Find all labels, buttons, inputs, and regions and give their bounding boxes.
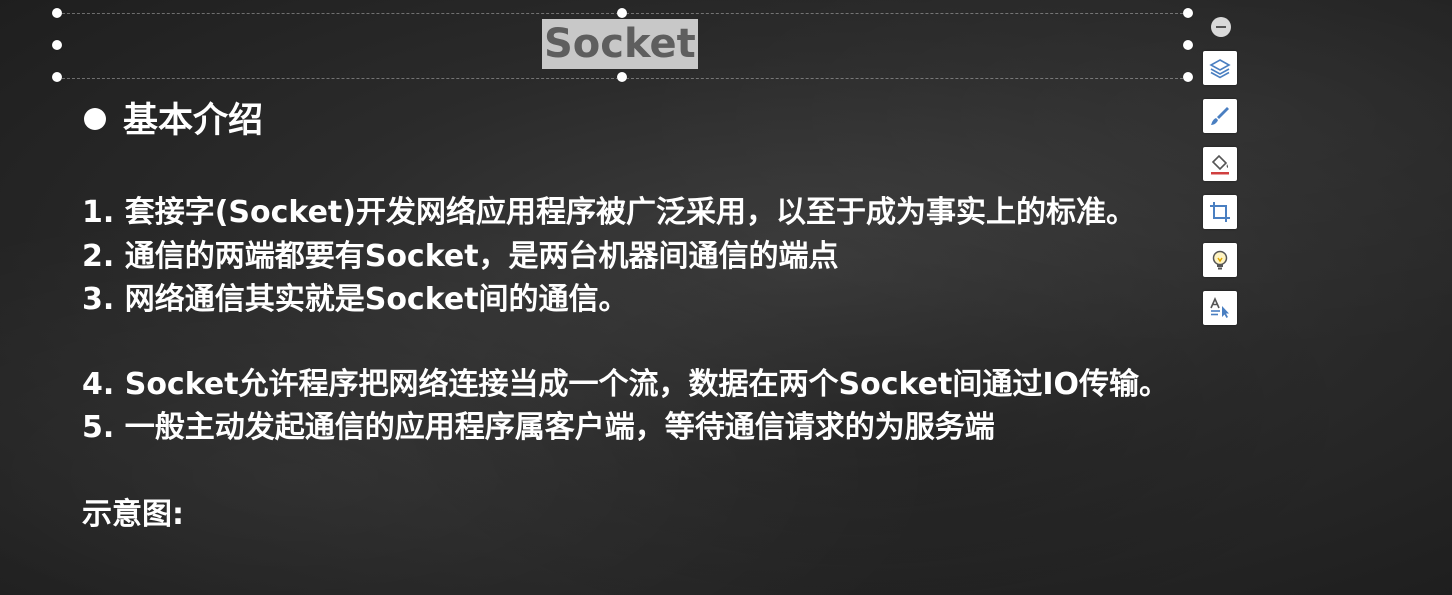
body-line-3: 3. 网络通信其实就是Socket间的通信。: [82, 282, 629, 317]
brush-button[interactable]: [1203, 99, 1237, 133]
resize-handle-middle-left[interactable]: [52, 40, 62, 50]
section-heading: 基本介绍: [123, 101, 264, 141]
body-line-5: 5. 一般主动发起通信的应用程序属客户端，等待通信请求的为服务端: [82, 410, 995, 445]
resize-handle-middle-right[interactable]: [1183, 40, 1193, 50]
fill-bucket-icon: [1208, 152, 1232, 176]
body-line-2: 2. 通信的两端都要有Socket，是两台机器间通信的端点: [82, 239, 839, 274]
resize-handle-bottom-left[interactable]: [52, 72, 62, 82]
collapse-toolbar-button[interactable]: [1211, 17, 1231, 37]
text-cursor-icon: [1208, 296, 1232, 320]
resize-handle-top-right[interactable]: [1183, 8, 1193, 18]
design-ideas-button[interactable]: [1203, 243, 1237, 277]
crop-icon: [1208, 200, 1232, 224]
resize-handle-bottom-center[interactable]: [617, 72, 627, 82]
crop-button[interactable]: [1203, 195, 1237, 229]
slide-title[interactable]: Socket: [542, 19, 698, 69]
body-line-1: 1. 套接字(Socket)开发网络应用程序被广泛采用，以至于成为事实上的标准。: [82, 195, 1136, 230]
resize-handle-top-center[interactable]: [617, 8, 627, 18]
text-options-button[interactable]: [1203, 291, 1237, 325]
heading-bullet: [84, 108, 106, 130]
resize-handle-bottom-right[interactable]: [1183, 72, 1193, 82]
resize-handle-top-left[interactable]: [52, 8, 62, 18]
brush-icon: [1208, 104, 1232, 128]
layers-button[interactable]: [1203, 51, 1237, 85]
body-line-4: 4. Socket允许程序把网络连接当成一个流，数据在两个Socket间通过IO…: [82, 367, 1170, 402]
layers-icon: [1208, 56, 1232, 80]
lightbulb-icon: [1208, 248, 1232, 272]
fill-button[interactable]: [1203, 147, 1237, 181]
diagram-label: 示意图:: [82, 497, 184, 532]
